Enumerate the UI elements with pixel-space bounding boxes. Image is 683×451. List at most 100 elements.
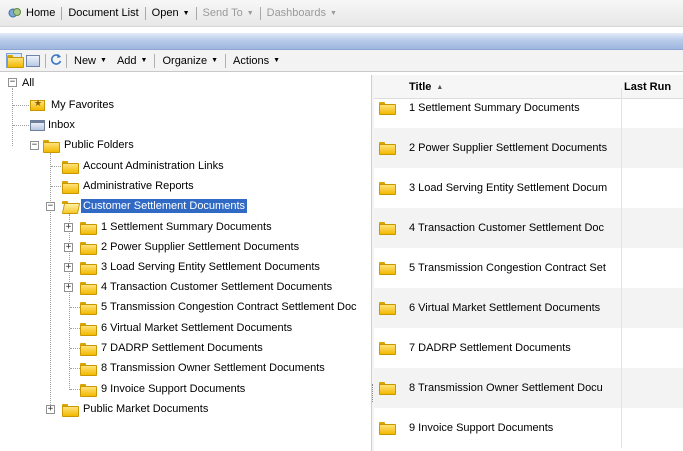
list-item[interactable]: 6 Virtual Market Settlement Documents (374, 288, 683, 328)
send-to-menu[interactable]: Send To ▼ (199, 7, 258, 19)
document-list-label: Document List (68, 7, 139, 19)
inbox-icon (30, 119, 45, 131)
folder-view-button[interactable] (6, 53, 24, 68)
tree-label: Account Administration Links (83, 160, 224, 172)
folder-icon (43, 139, 60, 153)
list-item[interactable]: 8 Transmission Owner Settlement Docu (374, 368, 683, 408)
send-to-label: Send To (202, 7, 243, 19)
open-folder-icon (62, 200, 77, 212)
tree-label: 7 DADRP Settlement Documents (101, 342, 263, 354)
chevron-down-icon: ▼ (140, 57, 148, 64)
cell-divider (621, 168, 622, 208)
folder-icon (80, 221, 97, 235)
expand-toggle[interactable]: + (64, 243, 73, 252)
splitter-grip[interactable] (372, 384, 373, 402)
folder-icon (379, 422, 396, 435)
list-item[interactable]: 9 Invoice Support Documents (374, 408, 683, 448)
list-item[interactable]: 5 Transmission Congestion Contract Set (374, 248, 683, 288)
menu-separator (144, 6, 146, 20)
folder-icon (80, 301, 97, 315)
folder-icon (379, 382, 396, 395)
tree-node-child[interactable]: 2 Power Supplier Settlement Documents (80, 238, 301, 256)
tree-line (69, 214, 70, 390)
tree-label: 9 Invoice Support Documents (101, 383, 246, 395)
tree-label: Public Market Documents (83, 403, 209, 415)
tree-label: All (22, 77, 35, 89)
folder-icon (379, 222, 396, 235)
category-view-button[interactable] (25, 53, 41, 68)
list-item[interactable]: 1 Settlement Summary Documents (374, 88, 683, 128)
new-label: New (74, 54, 97, 67)
collapse-toggle[interactable]: − (8, 78, 17, 87)
folder-icon (6, 55, 24, 68)
document-list: Title ▲ Last Run 1 Settlement Summary Do… (374, 75, 683, 451)
list-item-title: 4 Transaction Customer Settlement Doc (409, 222, 605, 234)
folder-icon (62, 160, 79, 174)
tree-label: 8 Transmission Owner Settlement Document… (101, 362, 325, 374)
tree-node-child[interactable]: 8 Transmission Owner Settlement Document… (80, 359, 327, 377)
folder-icon (379, 142, 396, 155)
open-menu[interactable]: Open ▼ (148, 7, 194, 19)
tree-node-admin-reports[interactable]: Administrative Reports (62, 177, 196, 195)
folder-icon (80, 362, 97, 376)
list-item-title: 9 Invoice Support Documents (409, 422, 554, 434)
expand-toggle[interactable]: + (64, 283, 73, 292)
header-band (0, 33, 683, 50)
dashboards-menu[interactable]: Dashboards ▼ (263, 7, 341, 19)
expand-toggle[interactable]: + (64, 263, 73, 272)
tree-label: 6 Virtual Market Settlement Documents (101, 322, 293, 334)
organize-button[interactable]: Organize ▼ (157, 52, 223, 70)
favorites-icon (30, 98, 45, 111)
tree-node-child[interactable]: 3 Load Serving Entity Settlement Documen… (80, 258, 322, 276)
tree-node-public-folders[interactable]: Public Folders (43, 136, 136, 154)
tree-node-child[interactable]: 9 Invoice Support Documents (80, 380, 247, 398)
tree-label: 5 Transmission Congestion Contract Settl… (101, 301, 357, 313)
toolbar-separator (154, 53, 156, 68)
collapse-toggle[interactable]: − (46, 202, 55, 211)
tree-label: 4 Transaction Customer Settlement Docume… (101, 281, 333, 293)
tree-line (13, 105, 29, 106)
tree-node-customer-settlement[interactable]: Customer Settlement Documents (62, 197, 248, 215)
tree-node-child[interactable]: 6 Virtual Market Settlement Documents (80, 319, 294, 337)
folder-icon (379, 262, 396, 275)
chevron-down-icon: ▼ (182, 9, 190, 17)
folder-icon (80, 241, 97, 255)
list-item[interactable]: 3 Load Serving Entity Settlement Docum (374, 168, 683, 208)
tree-node-child[interactable]: 1 Settlement Summary Documents (80, 218, 274, 236)
folder-icon (80, 342, 97, 356)
home-label: Home (26, 7, 56, 19)
tree-node-child[interactable]: 4 Transaction Customer Settlement Docume… (80, 278, 334, 296)
tree-node-all[interactable]: All (20, 75, 36, 92)
folder-icon (80, 322, 97, 336)
cell-divider (621, 328, 622, 368)
tree-label: Customer Settlement Documents (81, 199, 248, 213)
new-button[interactable]: New ▼ (69, 52, 112, 70)
list-item[interactable]: 4 Transaction Customer Settlement Doc (374, 208, 683, 248)
list-item-title: 1 Settlement Summary Documents (409, 102, 580, 114)
tree-node-child[interactable]: 7 DADRP Settlement Documents (80, 339, 265, 357)
collapse-toggle[interactable]: − (30, 141, 39, 150)
list-item-title: 5 Transmission Congestion Contract Set (409, 262, 606, 274)
toolbar: New ▼ Add ▼ Organize ▼ Actions ▼ (0, 50, 683, 72)
list-item-title: 2 Power Supplier Settlement Documents (409, 142, 608, 154)
home-menu[interactable]: Home (4, 6, 59, 20)
document-list-menu[interactable]: Document List (64, 7, 142, 19)
tree-node-my-favorites[interactable]: My Favorites (30, 96, 116, 114)
tree-node-account-admin[interactable]: Account Administration Links (62, 157, 226, 175)
expand-toggle[interactable]: + (64, 223, 73, 232)
list-item[interactable]: 7 DADRP Settlement Documents (374, 328, 683, 368)
tree-node-inbox[interactable]: Inbox (30, 116, 77, 134)
tree-node-child[interactable]: 5 Transmission Congestion Contract Settl… (80, 298, 359, 316)
refresh-button[interactable] (48, 53, 64, 68)
list-item[interactable]: 2 Power Supplier Settlement Documents (374, 128, 683, 168)
tree-label: My Favorites (51, 99, 114, 111)
tree-node-public-market[interactable]: Public Market Documents (62, 400, 210, 418)
actions-button[interactable]: Actions ▼ (228, 52, 285, 70)
add-button[interactable]: Add ▼ (112, 52, 153, 70)
folder-icon (379, 102, 396, 115)
expand-toggle[interactable]: + (46, 405, 55, 414)
tree-label: 1 Settlement Summary Documents (101, 221, 272, 233)
tree-line (12, 88, 13, 146)
cell-divider (621, 368, 622, 408)
list-item-title: 3 Load Serving Entity Settlement Docum (409, 182, 608, 194)
